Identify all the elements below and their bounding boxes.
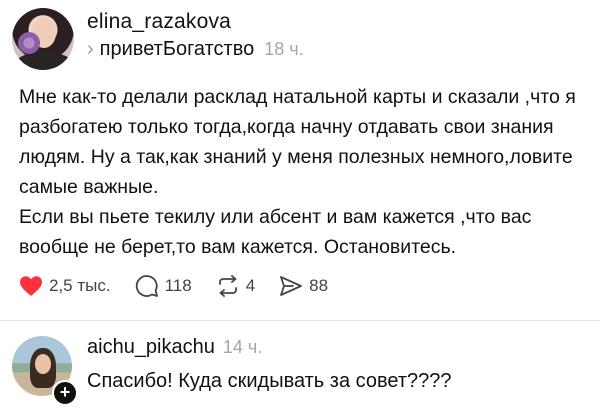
post-time: 18 ч.: [264, 39, 304, 59]
comment-button[interactable]: 118: [135, 274, 192, 298]
share-count: 88: [309, 276, 329, 295]
send-icon: [280, 276, 303, 296]
repost-count: 4: [245, 276, 256, 295]
topic-tag[interactable]: приветБогатство: [100, 38, 255, 61]
repost-button[interactable]: 4: [216, 275, 255, 297]
post: elina_razakova › приветБогатство 18 ч. М…: [0, 0, 600, 312]
divider: [0, 320, 600, 321]
avatar-face: [35, 354, 51, 374]
follow-plus-icon[interactable]: +: [52, 380, 78, 406]
topic-line: › приветБогатство 18 ч.: [87, 38, 304, 61]
reply-username[interactable]: aichu_pikachu: [87, 336, 215, 359]
reply: + aichu_pikachu 14 ч. Спасибо! Куда скид…: [0, 322, 600, 411]
heart-icon: [20, 276, 42, 296]
like-button[interactable]: 2,5 тыс.: [19, 275, 111, 297]
repost-icon: [218, 275, 237, 297]
author-avatar[interactable]: [12, 8, 74, 70]
post-paragraph: Если вы пьете текилу или абсент и вам ка…: [19, 206, 532, 258]
share-button[interactable]: 88: [279, 275, 328, 297]
chevron-right-icon: ›: [87, 38, 94, 60]
post-body: Мне как-то делали расклад натальной карт…: [19, 82, 589, 262]
comment-count: 118: [164, 276, 192, 295]
reply-header: aichu_pikachu 14 ч.: [87, 336, 262, 359]
author-username[interactable]: elina_razakova: [87, 10, 231, 34]
avatar-shoulder: [16, 52, 72, 70]
post-paragraph: Мне как-то делали расклад натальной карт…: [19, 86, 576, 198]
reply-time: 14 ч.: [222, 337, 263, 357]
comment-icon: [135, 275, 158, 297]
action-bar: 2,5 тыс. 118 4 88: [19, 272, 352, 300]
reply-text: Спасибо! Куда скидывать за совет????: [87, 370, 452, 392]
avatar-flower: [18, 32, 40, 54]
like-count: 2,5 тыс.: [49, 276, 111, 295]
